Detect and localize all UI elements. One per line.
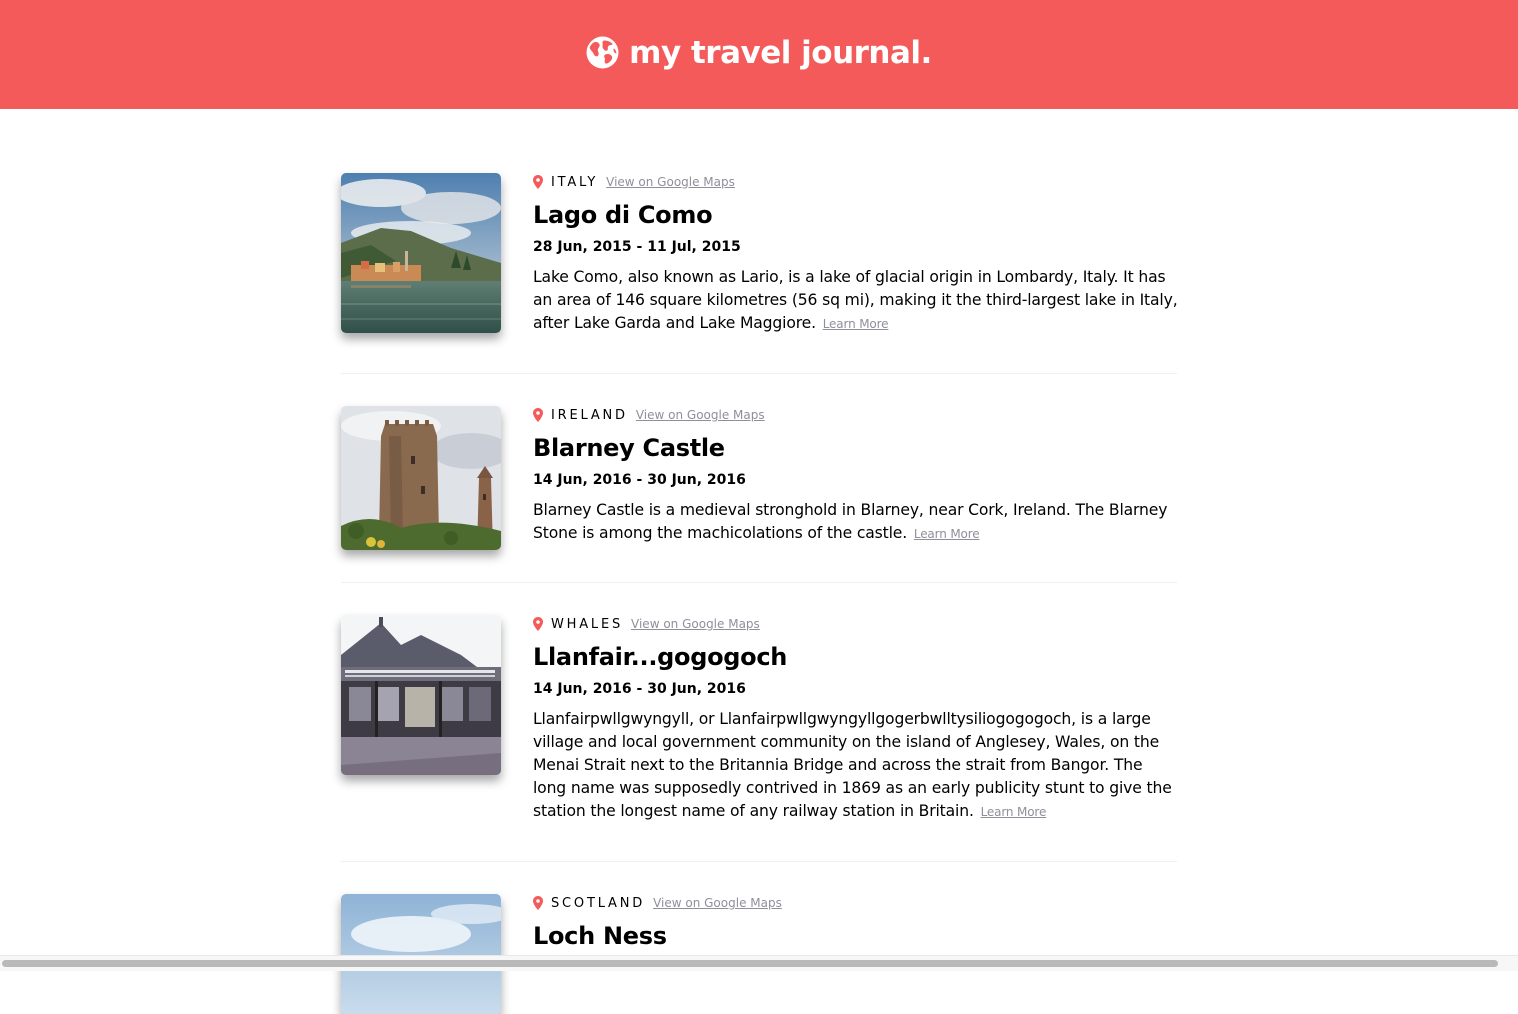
entry-divider	[341, 582, 1177, 583]
entry-divider	[341, 373, 1177, 374]
entry-location: ITALY View on Google Maps	[533, 173, 1178, 191]
entry-title: Lago di Como	[533, 201, 713, 229]
map-pin-icon	[533, 408, 543, 422]
entry-photo-llanfair-station	[341, 615, 501, 775]
learn-more-link[interactable]: Learn More	[981, 805, 1047, 819]
entry-photo-blarney-castle	[341, 406, 501, 550]
entry-description-text: Llanfairpwllgwyngyll, or Llanfairpwllgwy…	[533, 710, 1172, 820]
entry-title: Llanfair...gogogoch	[533, 643, 788, 671]
map-pin-icon	[533, 175, 543, 189]
site-header: my travel journal.	[0, 0, 1518, 109]
google-maps-link[interactable]: View on Google Maps	[653, 896, 782, 910]
entry-title: Blarney Castle	[533, 434, 725, 462]
entry-description: Llanfairpwllgwyngyll, or Llanfairpwllgwy…	[533, 708, 1178, 824]
entry-dates: 28 Jun, 2015 - 11 Jul, 2015	[533, 239, 741, 255]
brand: my travel journal.	[586, 35, 932, 71]
google-maps-link[interactable]: View on Google Maps	[606, 175, 735, 189]
entry-content: ITALY View on Google Maps Lago di Como 2…	[533, 173, 1178, 352]
entry-location: WHALES View on Google Maps	[533, 615, 1178, 633]
map-pin-icon	[533, 896, 543, 910]
entry-description-text: Blarney Castle is a medieval stronghold …	[533, 501, 1168, 542]
entry-country: SCOTLAND	[551, 895, 646, 911]
entry-content: SCOTLAND View on Google Maps Loch Ness	[533, 894, 1178, 951]
entry-photo-loch-ness	[341, 894, 501, 1014]
entry-content: WHALES View on Google Maps Llanfair...go…	[533, 615, 1178, 840]
entry-country: ITALY	[551, 174, 599, 190]
entry-dates: 14 Jun, 2016 - 30 Jun, 2016	[533, 681, 746, 697]
entry-photo-lake-como	[341, 173, 501, 333]
entry-divider	[341, 861, 1177, 862]
globe-icon	[586, 36, 619, 69]
learn-more-link[interactable]: Learn More	[823, 317, 889, 331]
horizontal-scrollbar[interactable]	[0, 955, 1518, 971]
scrollbar-thumb[interactable]	[2, 960, 1498, 967]
learn-more-link[interactable]: Learn More	[914, 527, 980, 541]
entry-title: Loch Ness	[533, 922, 667, 950]
entry-location: SCOTLAND View on Google Maps	[533, 894, 1178, 912]
site-title: my travel journal.	[629, 34, 932, 71]
google-maps-link[interactable]: View on Google Maps	[631, 617, 760, 631]
entry-description: Lake Como, also known as Lario, is a lak…	[533, 266, 1178, 336]
entry-country: IRELAND	[551, 407, 628, 423]
map-pin-icon	[533, 617, 543, 631]
google-maps-link[interactable]: View on Google Maps	[636, 408, 765, 422]
entry-description: Blarney Castle is a medieval stronghold …	[533, 499, 1178, 546]
entry-dates: 14 Jun, 2016 - 30 Jun, 2016	[533, 472, 746, 488]
entry-content: IRELAND View on Google Maps Blarney Cast…	[533, 406, 1178, 562]
entry-location: IRELAND View on Google Maps	[533, 406, 1178, 424]
entry-country: WHALES	[551, 616, 624, 632]
